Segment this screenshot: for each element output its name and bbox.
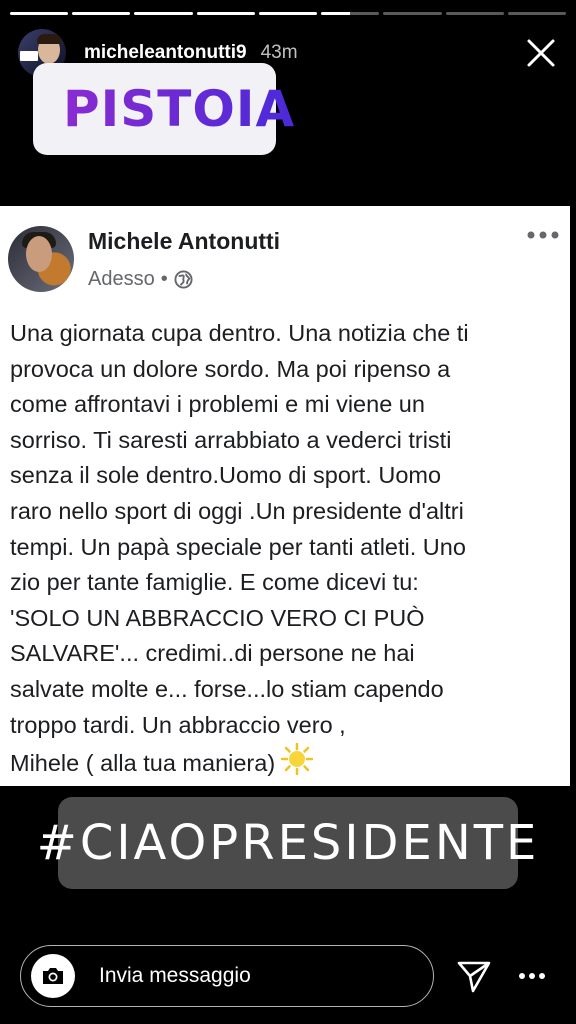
hashtag-text: #CIAOPRESIDENTE <box>36 815 540 871</box>
post-text-line: Una giornata cupa dentro. Una notizia ch… <box>10 320 469 346</box>
progress-segment <box>196 12 255 15</box>
story-progress-bar <box>10 12 566 15</box>
location-sticker[interactable]: PISTOIA <box>33 63 294 155</box>
post-text-line: 'SOLO UN ABBRACCIO VERO CI PUÒ <box>10 604 425 631</box>
story-time: 43m <box>260 42 298 63</box>
progress-segment <box>72 12 131 15</box>
post-text-line: SALVARE'... credimi..di persone ne hai <box>10 640 415 667</box>
post-text-line: salvate molte e... forse...lo stiam cape… <box>10 675 444 702</box>
post-text-line: Mihele ( alla tua maniera) <box>10 750 276 777</box>
progress-segment <box>383 12 442 15</box>
progress-segment <box>10 12 69 15</box>
message-placeholder: Invia messaggio <box>99 964 251 987</box>
progress-segment <box>258 12 318 15</box>
facebook-post-card: Michele Antonutti Adesso • Una giornata … <box>0 206 570 786</box>
post-text-line: tempi. Un papà speciale per tanti atleti… <box>10 533 466 560</box>
progress-segment <box>321 12 380 15</box>
post-text-line: senza il sole dentro.Uomo di sport. Uomo <box>10 462 442 489</box>
post-timestamp: Adesso <box>88 268 155 290</box>
post-text-line: raro nello sport di oggi .Un presidente … <box>10 497 464 524</box>
hashtag-sticker[interactable]: #CIAOPRESIDENTE <box>37 797 536 889</box>
camera-icon <box>43 968 63 984</box>
location-name: PISTOIA <box>63 80 296 138</box>
username[interactable]: micheleantonutti9 <box>84 42 247 64</box>
send-icon[interactable] <box>456 958 492 994</box>
post-author-name: Michele Antonutti <box>88 228 281 254</box>
post-text-line: come affrontavi i problemi e mi viene un <box>10 391 425 418</box>
post-text-line-last: Mihele ( alla tua maniera) <box>10 743 562 782</box>
post-text-line: sorriso. Ti saresti arrabbiato a vederci… <box>10 426 452 453</box>
message-input[interactable]: Invia messaggio <box>20 945 434 1007</box>
meta-separator: • <box>160 268 168 290</box>
post-meta: Adesso • <box>88 268 193 291</box>
progress-segment <box>445 12 504 15</box>
post-text-line: zio per tante famiglie. E come dicevi tu… <box>10 569 419 596</box>
post-text-line: provoca un dolore sordo. Ma poi ripenso … <box>10 355 451 382</box>
close-icon[interactable] <box>524 36 558 70</box>
sun-emoji <box>281 743 314 776</box>
progress-segment <box>134 12 193 15</box>
more-icon[interactable] <box>518 972 546 980</box>
progress-segment <box>507 12 566 15</box>
camera-button[interactable] <box>31 954 75 998</box>
post-author-avatar <box>8 226 74 292</box>
post-text: Una giornata cupa dentro. Una notizia ch… <box>10 316 562 782</box>
more-options-icon <box>527 231 559 239</box>
post-text-line: troppo tardi. Un abbraccio vero , <box>10 711 346 738</box>
globe-icon <box>174 270 193 289</box>
